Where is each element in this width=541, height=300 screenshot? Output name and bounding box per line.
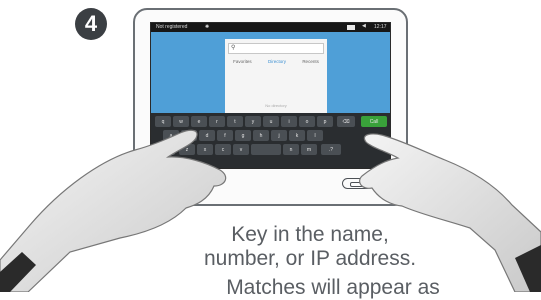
caption-line-2: number, or IP address. <box>203 247 417 270</box>
caption-line-1: Key in the name, <box>231 223 389 246</box>
caption-line-3: Matches will appear as <box>226 276 440 299</box>
